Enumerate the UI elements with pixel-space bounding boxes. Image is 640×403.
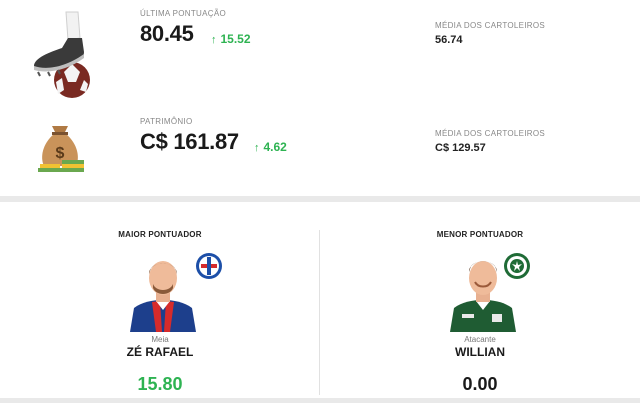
patrimony-value: C$ 161.87 bbox=[140, 129, 239, 154]
bahia-crest-icon bbox=[196, 253, 222, 279]
top-scorer-position: Meia bbox=[151, 335, 169, 344]
lowest-scorer-position: Atacante bbox=[464, 335, 496, 344]
top-scorer-score: 15.80 bbox=[137, 374, 183, 394]
last-score-label: ÚLTIMA PONTUAÇÃO bbox=[140, 9, 226, 18]
last-score-value: 80.45 bbox=[140, 21, 194, 46]
last-score-delta-value: 15.52 bbox=[220, 32, 251, 46]
soccer-boot-ball-icon bbox=[34, 11, 90, 98]
patrimony-avg-value: C$ 129.57 bbox=[435, 142, 486, 154]
lowest-scorer-title: MENOR PONTUADOR bbox=[436, 230, 524, 239]
last-score-avg-label: MÉDIA DOS CARTOLEIROS bbox=[435, 21, 546, 30]
last-score-delta: ↑ 15.52 bbox=[211, 32, 251, 46]
lowest-scorer-score: 0.00 bbox=[462, 374, 498, 394]
player-photo bbox=[130, 261, 196, 332]
top-scorer-card[interactable]: MAIOR PONTUADOR Meia ZÉ RAFAEL 15.80 bbox=[0, 202, 320, 398]
patrimony-avg-label: MÉDIA DOS CARTOLEIROS bbox=[435, 129, 546, 138]
palmeiras-crest-icon bbox=[504, 253, 530, 279]
arrow-up-icon: ↑ bbox=[211, 34, 217, 46]
lowest-scorer-card[interactable]: MENOR PONTUADOR Atacante WILLIAN 0.00 bbox=[320, 202, 640, 398]
svg-text:$: $ bbox=[56, 145, 65, 162]
money-bag-icon: $ bbox=[38, 126, 84, 172]
patrimony-row: $ PATRIMÔNIO C$ 161.87 ↑ 4.62 MÉDIA DOS C… bbox=[0, 112, 640, 204]
last-score-avg-value: 56.74 bbox=[435, 34, 463, 46]
patrimony-delta: ↑ 4.62 bbox=[254, 140, 287, 154]
top-scorer-name: ZÉ RAFAEL bbox=[126, 345, 194, 359]
last-score-row: ÚLTIMA PONTUAÇÃO 80.45 ↑ 15.52 MÉDIA DOS … bbox=[0, 4, 640, 98]
arrow-up-icon: ↑ bbox=[254, 142, 260, 154]
patrimony-label: PATRIMÔNIO bbox=[140, 117, 193, 126]
patrimony-delta-value: 4.62 bbox=[263, 140, 287, 154]
lowest-scorer-name: WILLIAN bbox=[455, 345, 505, 359]
top-scorer-title: MAIOR PONTUADOR bbox=[118, 230, 202, 239]
